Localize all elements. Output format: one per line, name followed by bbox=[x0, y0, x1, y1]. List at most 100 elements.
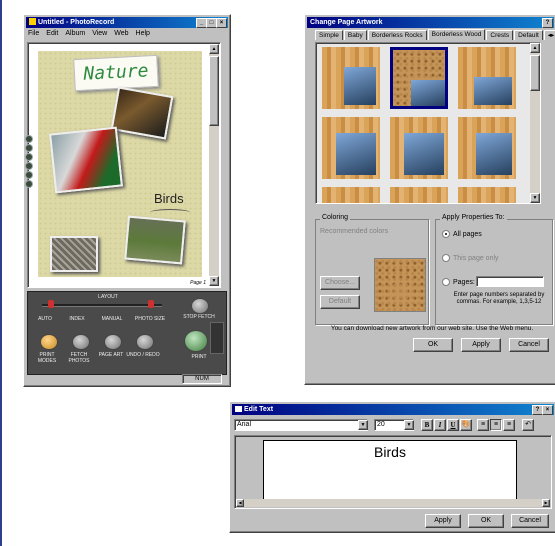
page-marker[interactable] bbox=[25, 162, 33, 170]
gallery-scrollbar[interactable]: ▲ ▼ bbox=[530, 43, 540, 203]
photo-duck[interactable] bbox=[110, 86, 174, 140]
main-window-title: Untitled - PhotoRecord bbox=[38, 19, 115, 26]
text-hscrollbar[interactable]: ◀ ▶ bbox=[236, 499, 550, 507]
bold-button[interactable]: B bbox=[421, 419, 433, 431]
gallery-scroll-up-icon[interactable]: ▲ bbox=[530, 43, 540, 53]
edit-cancel-button[interactable]: Cancel bbox=[511, 514, 549, 528]
choose-button[interactable]: Choose... bbox=[320, 276, 360, 290]
album-scrollbar[interactable]: ▲ ▼ bbox=[209, 44, 219, 286]
tab-crests[interactable]: Crests bbox=[486, 30, 514, 40]
scroll-up-icon[interactable]: ▲ bbox=[209, 44, 219, 54]
align-left-icon[interactable]: ≡ bbox=[477, 419, 489, 431]
option-pages[interactable]: Pages: bbox=[442, 278, 475, 286]
tab-scroll-icon[interactable]: ◂▸ bbox=[543, 30, 555, 40]
page-art-button[interactable] bbox=[104, 334, 122, 350]
print-modes-button[interactable] bbox=[40, 334, 58, 350]
artwork-dialog-title: Change Page Artwork bbox=[310, 19, 383, 26]
edit-close-icon[interactable]: × bbox=[542, 405, 553, 415]
align-right-icon[interactable]: ≡ bbox=[503, 419, 515, 431]
menu-album[interactable]: Album bbox=[65, 30, 85, 37]
underline-button[interactable]: U bbox=[447, 419, 459, 431]
radio-all-pages[interactable] bbox=[442, 230, 450, 238]
pages-input[interactable] bbox=[476, 276, 544, 287]
artwork-tile[interactable] bbox=[390, 187, 448, 203]
page-marker[interactable] bbox=[25, 135, 33, 143]
tab-baby[interactable]: Baby bbox=[343, 30, 367, 40]
menu-edit[interactable]: Edit bbox=[46, 30, 58, 37]
font-select[interactable]: Arial bbox=[234, 419, 368, 431]
scroll-thumb[interactable] bbox=[209, 56, 219, 126]
stop-fetch-button[interactable] bbox=[191, 298, 209, 314]
artwork-apply-button[interactable]: Apply bbox=[461, 338, 501, 352]
size-select-value: 20 bbox=[377, 421, 385, 428]
option-all-pages-label: All pages bbox=[453, 230, 482, 238]
title-plaque[interactable]: Nature bbox=[73, 54, 159, 92]
album-page[interactable]: Nature Birds bbox=[38, 51, 202, 277]
tab-borderless-wood[interactable]: Borderless Wood bbox=[427, 29, 486, 40]
tab-borderless-rocks[interactable]: Borderless Rocks bbox=[367, 30, 427, 40]
artwork-tile[interactable] bbox=[322, 187, 380, 203]
photo-flock[interactable] bbox=[50, 236, 98, 272]
artwork-tile[interactable] bbox=[322, 117, 380, 179]
page-marker[interactable] bbox=[25, 153, 33, 161]
menu-file[interactable]: File bbox=[28, 30, 39, 37]
edit-ok-button[interactable]: OK bbox=[468, 514, 504, 528]
fetch-photos-button[interactable] bbox=[72, 334, 90, 350]
scroll-down-icon[interactable]: ▼ bbox=[209, 276, 219, 286]
layout-label: LAYOUT bbox=[98, 294, 118, 300]
mode-index[interactable]: INDEX bbox=[66, 316, 88, 322]
tab-default[interactable]: Default bbox=[514, 30, 543, 40]
photo-magpie[interactable] bbox=[124, 215, 186, 265]
help-icon[interactable]: ? bbox=[542, 18, 553, 28]
undo-icon[interactable]: ↶ bbox=[522, 419, 534, 431]
size-dropdown-icon[interactable]: ▼ bbox=[404, 420, 414, 430]
undo-redo-button[interactable] bbox=[136, 334, 154, 350]
italic-button[interactable]: I bbox=[434, 419, 446, 431]
page-marker[interactable] bbox=[25, 171, 33, 179]
artwork-tile[interactable] bbox=[458, 47, 516, 109]
page-title: Nature bbox=[82, 60, 149, 85]
mode-manual[interactable]: MANUAL bbox=[98, 316, 126, 322]
artwork-ok-button[interactable]: OK bbox=[413, 338, 453, 352]
align-center-icon[interactable]: ≡ bbox=[490, 419, 502, 431]
layout-slider-handle[interactable] bbox=[48, 300, 54, 308]
birds-caption[interactable]: Birds bbox=[154, 191, 184, 206]
page-tab-markers[interactable] bbox=[25, 135, 33, 189]
menu-view[interactable]: View bbox=[92, 30, 107, 37]
hscroll-left-icon[interactable]: ◀ bbox=[236, 499, 244, 507]
option-this-page[interactable]: This page only bbox=[442, 254, 499, 262]
artwork-tile-selected[interactable] bbox=[390, 47, 448, 109]
photo-size-slider-handle[interactable] bbox=[148, 300, 154, 308]
artwork-cancel-button[interactable]: Cancel bbox=[509, 338, 549, 352]
menu-web[interactable]: Web bbox=[114, 30, 128, 37]
album-page-area: Nature Birds ▲ ▼ Page 1 bbox=[27, 42, 221, 288]
gallery-scroll-down-icon[interactable]: ▼ bbox=[530, 193, 540, 203]
artwork-tile[interactable] bbox=[458, 187, 516, 203]
close-icon[interactable]: × bbox=[216, 18, 227, 28]
option-all-pages[interactable]: All pages bbox=[442, 230, 482, 238]
edit-apply-button[interactable]: Apply bbox=[425, 514, 461, 528]
artwork-tile[interactable] bbox=[390, 117, 448, 179]
mode-photo-size[interactable]: PHOTO SIZE bbox=[130, 316, 170, 322]
print-button[interactable] bbox=[184, 330, 208, 352]
page-marker[interactable] bbox=[25, 144, 33, 152]
side-toggle-panel[interactable] bbox=[210, 322, 224, 354]
artwork-tile[interactable] bbox=[322, 47, 380, 109]
photo-cardinal[interactable] bbox=[49, 126, 123, 194]
gallery-scroll-thumb[interactable] bbox=[530, 55, 540, 91]
artwork-tile[interactable] bbox=[458, 117, 516, 179]
font-dropdown-icon[interactable]: ▼ bbox=[358, 420, 368, 430]
mode-auto[interactable]: AUTO bbox=[34, 316, 56, 322]
hscroll-right-icon[interactable]: ▶ bbox=[542, 499, 550, 507]
menu-help[interactable]: Help bbox=[136, 30, 150, 37]
default-button[interactable]: Default bbox=[320, 295, 360, 309]
text-color-icon[interactable]: 🎨 bbox=[460, 419, 472, 431]
page-marker[interactable] bbox=[25, 180, 33, 188]
tab-simple[interactable]: Simple bbox=[315, 30, 343, 40]
layout-slider-track[interactable] bbox=[42, 304, 162, 307]
recommended-colors-label: Recommended colors bbox=[320, 228, 389, 235]
text-edit-area[interactable]: Birds bbox=[263, 440, 517, 500]
pages-hint: Enter page numbers separated by commas. … bbox=[453, 292, 545, 305]
radio-pages[interactable] bbox=[442, 278, 450, 286]
radio-this-page[interactable] bbox=[442, 254, 450, 262]
